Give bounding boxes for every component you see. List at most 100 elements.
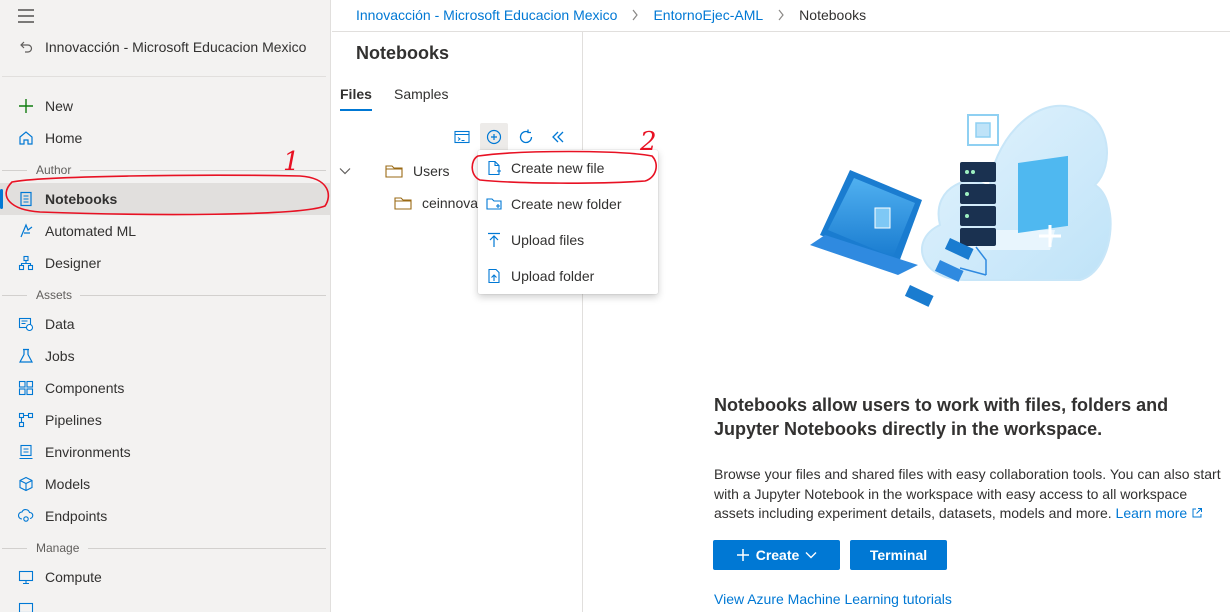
back-arrow-icon	[18, 39, 34, 55]
nav-divider	[2, 76, 326, 77]
add-circle-icon	[486, 129, 502, 145]
section-rule	[80, 170, 326, 171]
environments-icon	[18, 444, 34, 460]
main-description: Browse your files and shared files with …	[714, 465, 1226, 524]
tutorials-link[interactable]: View Azure Machine Learning tutorials	[714, 591, 952, 607]
nav-item-label: Environments	[45, 444, 131, 460]
nav-item-home[interactable]: Home	[0, 122, 330, 154]
terminal-button-label: Terminal	[869, 547, 928, 563]
notebooks-illustration	[790, 90, 1120, 310]
nav-item-label: Components	[45, 380, 125, 396]
main-headline: Notebooks allow users to work with files…	[714, 395, 1169, 439]
chevron-down-icon	[805, 551, 817, 559]
chevron-down-icon	[339, 167, 351, 175]
section-rule	[2, 295, 27, 296]
chevron-right-icon	[631, 9, 639, 21]
data-icon	[18, 316, 34, 332]
tree-node-user-folder[interactable]: ceinnova	[394, 193, 478, 213]
menu-item-upload-folder[interactable]: Upload folder	[478, 258, 658, 294]
terminal-icon	[454, 130, 470, 144]
nav-item-environments[interactable]: Environments	[0, 436, 330, 468]
nav-item-data[interactable]: Data	[0, 308, 330, 340]
nav-item-pipelines[interactable]: Pipelines	[0, 404, 330, 436]
automl-icon	[18, 223, 34, 239]
hamburger-menu-icon[interactable]	[16, 6, 36, 26]
section-rule	[2, 170, 27, 171]
upload-folder-icon	[486, 268, 502, 284]
nav-item-new[interactable]: New	[0, 90, 330, 122]
nav-item-label: New	[45, 98, 74, 114]
create-button[interactable]: Create	[713, 540, 840, 570]
nav-item-endpoints[interactable]: Endpoints	[0, 500, 330, 532]
terminal-button[interactable]: Terminal	[850, 540, 947, 570]
left-navigation: Innovacción - Microsoft Educacion Mexico…	[0, 0, 331, 612]
section-rule	[2, 548, 27, 549]
nav-item-models[interactable]: Models	[0, 468, 330, 500]
nav-item-label: Pipelines	[45, 412, 102, 428]
workspace-back-link[interactable]: Innovacción - Microsoft Educacion Mexico	[18, 37, 306, 57]
section-rule	[88, 548, 326, 549]
breadcrumb-environment[interactable]: EntornoEjec-AML	[653, 7, 763, 23]
plus-icon	[736, 548, 750, 562]
nav-item-label: Compute	[45, 569, 102, 585]
notebook-icon	[18, 191, 34, 207]
nav-item-label: Data	[45, 316, 75, 332]
create-dropdown-menu: Create new file Create new folder Upload…	[478, 150, 658, 294]
collapse-pane-button[interactable]	[544, 123, 572, 151]
flask-icon	[18, 348, 34, 364]
pane-title: Notebooks	[356, 43, 450, 63]
nav-item-label: Home	[45, 130, 83, 146]
tree-node-users[interactable]: Users	[339, 161, 450, 181]
breadcrumb-current: Notebooks	[799, 7, 867, 23]
open-terminal-button[interactable]	[448, 123, 476, 151]
nav-item-jobs[interactable]: Jobs	[0, 340, 330, 372]
cube-icon	[18, 476, 34, 492]
components-icon	[18, 380, 34, 396]
nav-item-designer[interactable]: Designer	[0, 247, 330, 279]
create-button-label: Create	[755, 547, 800, 563]
learn-more-link[interactable]: Learn more	[1116, 505, 1203, 521]
pipelines-icon	[18, 412, 34, 428]
plus-icon	[18, 98, 34, 114]
endpoints-icon	[18, 508, 34, 524]
nav-item-partial	[18, 602, 78, 612]
tree-label: ceinnova	[422, 195, 479, 211]
tree-label: Users	[413, 163, 450, 179]
breadcrumb: Innovacción - Microsoft Educacion Mexico…	[356, 6, 866, 24]
upload-icon	[486, 232, 502, 248]
section-author: Author	[36, 163, 72, 177]
new-folder-icon	[486, 196, 502, 212]
menu-item-create-new-file[interactable]: Create new file	[478, 150, 658, 186]
nav-item-automated-ml[interactable]: Automated ML	[0, 215, 330, 247]
menu-item-label: Create new file	[511, 160, 605, 176]
workspace-name: Innovacción - Microsoft Educacion Mexico	[45, 39, 307, 55]
home-icon	[18, 130, 34, 146]
tab-samples[interactable]: Samples	[394, 86, 448, 102]
menu-item-create-new-folder[interactable]: Create new folder	[478, 186, 658, 222]
compute-icon	[18, 569, 34, 585]
section-manage: Manage	[36, 541, 80, 555]
nav-item-label: Designer	[45, 255, 102, 271]
folder-icon	[394, 196, 412, 210]
menu-item-label: Create new folder	[511, 196, 622, 212]
chevron-right-icon	[777, 9, 785, 21]
tab-files[interactable]: Files	[340, 86, 372, 111]
nav-item-label: Jobs	[45, 348, 75, 364]
create-new-button[interactable]	[480, 123, 508, 151]
refresh-button[interactable]	[512, 123, 540, 151]
nav-item-components[interactable]: Components	[0, 372, 330, 404]
breadcrumb-workspace[interactable]: Innovacción - Microsoft Educacion Mexico	[356, 7, 617, 23]
nav-item-label: Notebooks	[45, 191, 118, 207]
nav-item-label: Automated ML	[45, 223, 137, 239]
nav-item-notebooks[interactable]: Notebooks	[0, 183, 330, 215]
designer-icon	[18, 255, 34, 271]
menu-item-label: Upload folder	[511, 268, 595, 284]
new-file-icon	[486, 160, 502, 176]
double-chevron-left-icon	[550, 130, 566, 144]
learn-more-label: Learn more	[1115, 505, 1188, 521]
nav-item-label: Models	[45, 476, 91, 492]
section-assets: Assets	[36, 288, 73, 302]
refresh-icon	[517, 128, 535, 146]
menu-item-upload-files[interactable]: Upload files	[478, 222, 658, 258]
nav-item-compute[interactable]: Compute	[0, 561, 330, 593]
